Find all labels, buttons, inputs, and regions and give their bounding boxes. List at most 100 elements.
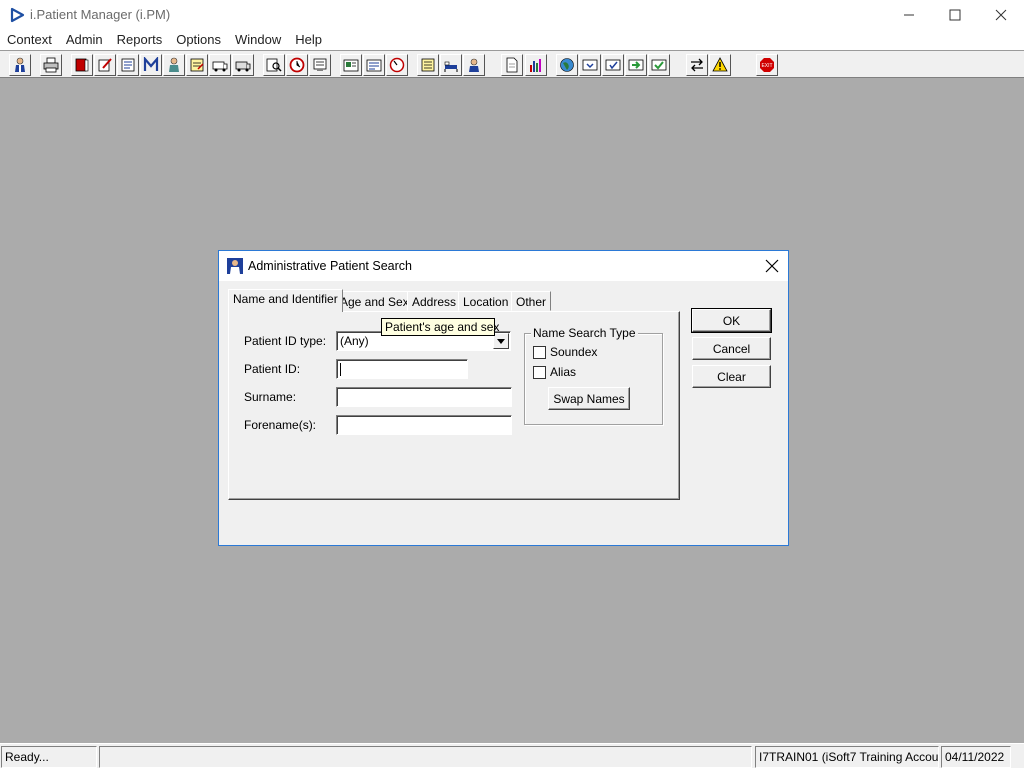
menu-reports[interactable]: Reports xyxy=(110,30,170,50)
cancel-button[interactable]: Cancel xyxy=(692,337,771,360)
close-button[interactable] xyxy=(978,0,1024,30)
toolbar-check-doc-button[interactable] xyxy=(602,54,624,76)
status-blank-panel xyxy=(99,746,752,768)
tab-name-and-identifier[interactable]: Name and Identifier xyxy=(228,289,343,312)
status-date: 04/11/2022 xyxy=(941,746,1011,768)
patient-icon xyxy=(15,57,25,72)
toolbar-clock-button[interactable] xyxy=(286,54,308,76)
maximize-button[interactable] xyxy=(932,0,978,30)
window-title: i.Patient Manager (i.PM) xyxy=(30,7,171,22)
dropdown-arrow[interactable] xyxy=(493,333,509,349)
inbox-icon xyxy=(582,59,598,71)
bar-chart-icon xyxy=(530,59,541,72)
toolbar-transport-button[interactable] xyxy=(232,54,254,76)
title-bar: i.Patient Manager (i.PM) xyxy=(0,0,1024,30)
status-bar: Ready... I7TRAIN01 (iSoft7 Training Acco… xyxy=(0,743,1024,768)
menu-help[interactable]: Help xyxy=(288,30,329,50)
monitor-icon xyxy=(313,58,327,71)
toolbar-document-button[interactable] xyxy=(117,54,139,76)
name-search-type-group: Name Search Type Soundex Alias Swap Name… xyxy=(524,326,663,425)
tooltip: Patient's age and sex xyxy=(381,318,499,336)
toolbar-swap-button[interactable] xyxy=(686,54,708,76)
toolbar-doctor-button[interactable] xyxy=(163,54,185,76)
toolbar-notes-button[interactable] xyxy=(186,54,208,76)
tab-other[interactable]: Other xyxy=(511,291,552,311)
toolbar-ambulance-button[interactable] xyxy=(209,54,231,76)
swap-icon xyxy=(691,58,703,72)
ambulance-icon xyxy=(212,61,228,72)
list-icon xyxy=(421,58,435,72)
m-icon xyxy=(143,57,159,71)
dialog-title-bar: Administrative Patient Search xyxy=(219,251,788,281)
folder-icon xyxy=(343,59,359,72)
nurse-icon xyxy=(469,58,479,72)
menu-bar: Context Admin Reports Options Window Hel… xyxy=(0,30,1024,50)
notes-icon xyxy=(190,58,204,72)
forenames-label: Forename(s): xyxy=(244,418,317,432)
alias-label: Alias xyxy=(550,365,577,379)
tab-panel-name-and-identifier: Patient ID type: (Any) Patient ID: Surna… xyxy=(228,311,680,500)
patient-search-dialog: Administrative Patient Search Name and I… xyxy=(218,250,789,546)
toolbar-search-doc-button[interactable] xyxy=(263,54,285,76)
toolbar-folder-button[interactable] xyxy=(340,54,362,76)
ok-button[interactable]: OK xyxy=(691,308,772,333)
minimize-icon xyxy=(904,14,914,16)
toolbar-page-button[interactable] xyxy=(501,54,523,76)
toolbar-edit-button[interactable] xyxy=(94,54,116,76)
toolbar-print-button[interactable] xyxy=(40,54,62,76)
toolbar-bed-button[interactable] xyxy=(440,54,462,76)
dial-icon xyxy=(389,57,405,73)
close-icon xyxy=(995,9,1007,21)
tab-address[interactable]: Address xyxy=(407,291,462,311)
maximize-icon xyxy=(949,9,961,21)
surname-input[interactable] xyxy=(336,387,512,407)
toolbar-book-button[interactable] xyxy=(71,54,93,76)
exit-icon-label: EXIT xyxy=(761,63,772,69)
toolbar-list-button[interactable] xyxy=(417,54,439,76)
toolbar-globe-button[interactable] xyxy=(556,54,578,76)
toolbar-green-arrow-button[interactable] xyxy=(625,54,647,76)
soundex-checkbox[interactable] xyxy=(533,346,546,359)
check-doc-icon xyxy=(605,59,621,71)
toolbar-m-button[interactable] xyxy=(140,54,162,76)
forenames-input[interactable] xyxy=(336,415,512,435)
clear-button[interactable]: Clear xyxy=(692,365,771,388)
soundex-label: Soundex xyxy=(550,345,598,359)
menu-admin[interactable]: Admin xyxy=(59,30,110,50)
toolbar-exit-button[interactable]: EXIT xyxy=(756,54,778,76)
close-icon[interactable] xyxy=(764,258,780,274)
toolbar-monitor-button[interactable] xyxy=(309,54,331,76)
toolbar-green-check-button[interactable] xyxy=(648,54,670,76)
document-icon xyxy=(121,58,135,72)
menu-window[interactable]: Window xyxy=(228,30,288,50)
toolbar-inbox-button[interactable] xyxy=(579,54,601,76)
green-check-icon xyxy=(651,59,667,71)
toolbar-dial-button[interactable] xyxy=(386,54,408,76)
patient-id-type-value: (Any) xyxy=(340,334,369,348)
surname-label: Surname: xyxy=(244,390,297,404)
toolbar-form-button[interactable] xyxy=(363,54,385,76)
status-account: I7TRAIN01 (iSoft7 Training Account) xyxy=(755,746,939,768)
transport-icon xyxy=(235,61,251,72)
chevron-down-icon xyxy=(497,338,505,344)
patient-icon xyxy=(227,258,243,274)
menu-context[interactable]: Context xyxy=(0,30,59,50)
patient-id-input[interactable] xyxy=(336,359,468,379)
alias-checkbox[interactable] xyxy=(533,366,546,379)
patient-id-type-label: Patient ID type: xyxy=(244,334,327,348)
toolbar-chart-button[interactable] xyxy=(525,54,547,76)
globe-icon xyxy=(560,58,574,72)
name-search-type-label: Name Search Type xyxy=(531,326,638,340)
toolbar-nurse-button[interactable] xyxy=(463,54,485,76)
edit-icon xyxy=(98,58,112,72)
tab-location[interactable]: Location xyxy=(458,291,514,311)
tab-age-and-sex[interactable]: Age and Sex xyxy=(335,291,414,311)
menu-options[interactable]: Options xyxy=(169,30,228,50)
form-icon xyxy=(366,59,382,72)
minimize-button[interactable] xyxy=(886,0,932,30)
toolbar-warning-button[interactable] xyxy=(709,54,731,76)
toolbar-patient-button[interactable] xyxy=(9,54,31,76)
warning-icon xyxy=(712,57,728,72)
search-doc-icon xyxy=(266,58,282,72)
swap-names-button[interactable]: Swap Names xyxy=(548,387,630,410)
